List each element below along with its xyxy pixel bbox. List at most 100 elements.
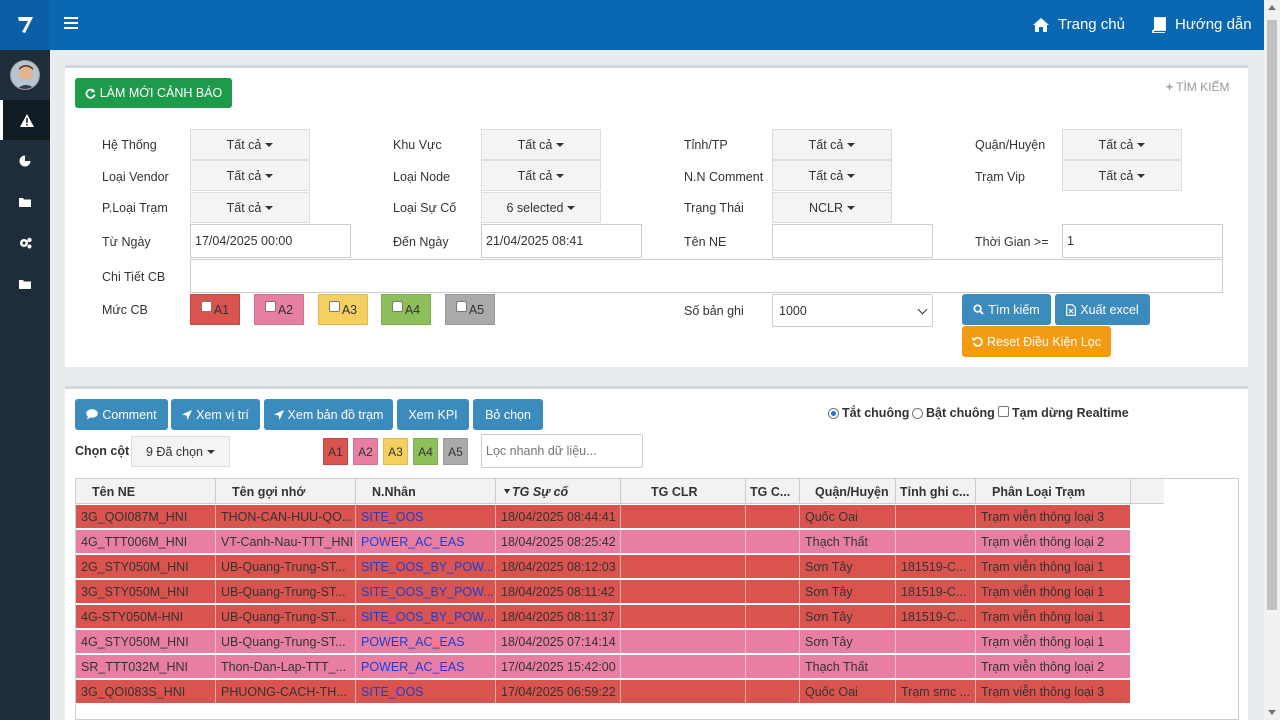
view-location-button[interactable]: Xem vị trí [171, 399, 260, 430]
alerts-grid: Tên NE Tên gợi nhớ N.Nhân TG Sự cố TG CL… [75, 478, 1239, 720]
table-cell: Sơn Tây [800, 580, 896, 604]
dropdown-tram-vip[interactable]: Tất cả [1062, 160, 1182, 191]
cause-link[interactable]: POWER_AC_EAS [356, 630, 496, 654]
level-tag-a4[interactable]: A4 [413, 438, 438, 465]
unmute-radio[interactable]: Bật chuông [912, 406, 995, 420]
dropdown-loai-su-co[interactable]: 6 selected [481, 192, 601, 223]
column-header[interactable]: Tên gợi nhớ [216, 479, 356, 504]
dropdown-trang-thai[interactable]: NCLR [772, 192, 892, 223]
table-row[interactable]: 4G_STY050M_HNI UB-Quang-Trung-ST... POWER_… [76, 630, 1131, 654]
checkbox[interactable] [200, 301, 212, 312]
dropdown-quan-huyen[interactable]: Tất cả [1062, 129, 1182, 160]
checkbox[interactable] [998, 405, 1009, 417]
export-excel-button[interactable]: Xuất excel [1055, 294, 1150, 325]
column-chooser-dropdown[interactable]: 9 Đã chọn [131, 436, 230, 467]
sidebar-item-reports[interactable] [0, 141, 50, 181]
caret-down-icon [265, 142, 274, 147]
sidebar-item-folder-2[interactable] [0, 264, 50, 304]
column-header[interactable]: TG C... [746, 479, 800, 504]
table-row[interactable]: SR_TTT032M_HNI Thon-Dan-Lap-TTT_... POWER_… [76, 655, 1131, 679]
table-cell: Trạm viễn thông loại 1 [976, 555, 1131, 579]
deselect-button[interactable]: Bỏ chọn [473, 399, 543, 430]
search-toggle-link[interactable]: + TÌM KIẾM [1166, 80, 1229, 94]
level-tag-a5[interactable]: A5 [443, 438, 468, 465]
dropdown-nn-comment[interactable]: Tất cả [772, 160, 892, 191]
detail-input[interactable] [190, 259, 1223, 293]
radio[interactable] [828, 407, 839, 419]
sidebar-item-settings[interactable] [0, 223, 50, 263]
column-header[interactable]: TG CLR [621, 479, 746, 504]
level-filter-a5[interactable]: A5 [445, 294, 495, 325]
quick-filter-input[interactable] [481, 434, 643, 468]
duration-input[interactable]: 1 [1062, 224, 1223, 258]
level-tag-a2[interactable]: A2 [353, 438, 378, 465]
cause-link[interactable]: SITE_OOS_BY_POW... [356, 605, 496, 629]
level-filter-a2[interactable]: A2 [254, 294, 304, 325]
table-row[interactable]: 3G_QOI083S_HNI PHUONG-CACH-TH... SITE_OOS 1… [76, 680, 1131, 704]
cause-link[interactable]: SITE_OOS [356, 680, 496, 704]
cause-link[interactable]: SITE_OOS_BY_POW... [356, 555, 496, 579]
column-header[interactable]: Tên NE [76, 479, 216, 504]
column-header[interactable]: Phân Loại Trạm [976, 479, 1131, 504]
view-kpi-button[interactable]: Xem KPI [397, 399, 469, 430]
page-scrollbar[interactable] [1264, 0, 1280, 720]
menu-toggle-icon[interactable] [64, 17, 78, 29]
scrollbar-thumb[interactable] [1267, 20, 1277, 610]
table-row[interactable]: 4G-STY050M-HNI UB-Quang-Trung-ST... SITE_O… [76, 605, 1131, 629]
search-button[interactable]: Tìm kiếm [962, 294, 1051, 325]
undo-icon [972, 336, 983, 347]
scroll-up-arrow-icon[interactable] [1268, 5, 1276, 10]
checkbox[interactable] [391, 301, 403, 312]
table-row[interactable]: 2G_STY050M_HNI UB-Quang-Trung-ST... SITE_O… [76, 555, 1131, 579]
app-logo[interactable] [0, 0, 50, 50]
dropdown-he-thong[interactable]: Tất cả [190, 129, 310, 160]
checkbox[interactable] [455, 301, 467, 312]
checkbox[interactable] [328, 301, 340, 312]
ne-name-input[interactable] [772, 224, 933, 258]
sidebar-item-folder-1[interactable] [0, 182, 50, 222]
cause-link[interactable]: POWER_AC_EAS [356, 655, 496, 679]
from-date-input[interactable]: 17/04/2025 00:00 [190, 224, 351, 258]
dropdown-ploai-tram[interactable]: Tất cả [190, 192, 310, 223]
home-icon [1033, 17, 1049, 32]
level-filter-a4[interactable]: A4 [381, 294, 431, 325]
dropdown-tinh-tp[interactable]: Tất cả [772, 129, 892, 160]
view-map-button[interactable]: Xem bản đồ trạm [264, 399, 393, 430]
nav-home[interactable]: Trang chủ [1032, 16, 1125, 33]
nav-guide[interactable]: Hướng dẫn [1151, 16, 1252, 33]
level-filter-a1[interactable]: A1 [190, 294, 240, 325]
user-avatar[interactable] [10, 60, 40, 90]
column-header[interactable]: N.Nhân [356, 479, 496, 504]
mute-radio[interactable]: Tắt chuông [828, 406, 909, 420]
dropdown-khu-vuc[interactable]: Tất cả [481, 129, 601, 160]
level-tag-a3[interactable]: A3 [383, 438, 408, 465]
table-cell: Sơn Tây [800, 605, 896, 629]
comment-button[interactable]: Comment [75, 399, 168, 430]
cause-link[interactable]: SITE_OOS_BY_POW... [356, 580, 496, 604]
refresh-alerts-button[interactable]: LÀM MỚI CẢNH BÁO [75, 78, 232, 108]
table-row[interactable]: 4G_TTT006M_HNI VT-Canh-Nau-TTT_HNI POWER_A… [76, 530, 1131, 554]
cause-link[interactable]: SITE_OOS [356, 505, 496, 529]
radio[interactable] [912, 407, 923, 419]
table-cell [896, 530, 976, 554]
level-tag-a1[interactable]: A1 [323, 438, 348, 465]
checkbox[interactable] [264, 301, 276, 312]
record-count-select[interactable]: 1000 [772, 294, 933, 327]
cause-link[interactable]: POWER_AC_EAS [356, 530, 496, 554]
column-header[interactable]: Tỉnh ghi c... [896, 479, 976, 504]
table-row[interactable]: 3G_QOI087M_HNI THON-CAN-HUU-QO... SITE_OOS… [76, 505, 1131, 529]
pause-realtime-label: Tạm dừng Realtime [1012, 406, 1129, 420]
table-row[interactable]: 3G_STY050M_HNI UB-Quang-Trung-ST... SITE_O… [76, 580, 1131, 604]
column-header-sorted[interactable]: TG Sự cố [496, 479, 621, 504]
sidebar-item-alerts[interactable] [0, 100, 50, 140]
to-date-input[interactable]: 21/04/2025 08:41 [481, 224, 642, 258]
reset-filter-button[interactable]: Reset Điều Kiện Lọc [962, 326, 1111, 357]
scroll-down-arrow-icon[interactable] [1268, 710, 1276, 715]
table-cell: Trạm viễn thông loại 2 [976, 530, 1131, 554]
level-filter-a3[interactable]: A3 [318, 294, 368, 325]
dropdown-loai-node[interactable]: Tất cả [481, 160, 601, 191]
column-header[interactable]: Quận/Huyện [800, 479, 896, 504]
dropdown-loai-vendor[interactable]: Tất cả [190, 160, 310, 191]
table-cell [896, 630, 976, 654]
pause-realtime-checkbox[interactable]: Tạm dừng Realtime [998, 405, 1129, 420]
